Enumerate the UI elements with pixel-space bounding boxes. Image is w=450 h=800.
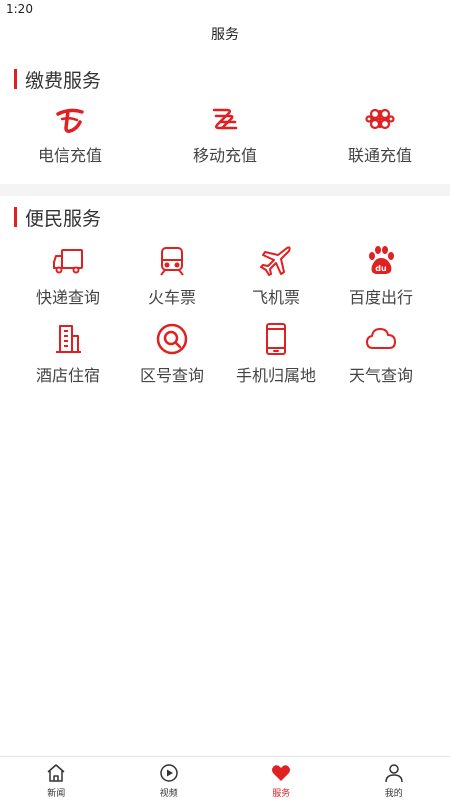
unicom-recharge-button[interactable]: 联通充值 [324,102,436,166]
phone-location-button[interactable]: 手机归属地 [220,322,332,386]
tab-news[interactable]: 新闻 [0,757,113,800]
play-icon [160,764,178,782]
baidu-travel-button[interactable]: du 百度出行 [325,244,437,308]
area-code-query-label: 区号查询 [139,366,204,385]
convenience-section-title: 便民服务 [25,207,102,230]
phone-icon [266,323,286,355]
section-accent-bar [14,69,17,89]
hotel-button[interactable]: 酒店住宿 [12,322,124,386]
payment-section-header: 缴费服务 [14,66,101,92]
express-query-button[interactable]: 快递查询 [12,244,124,308]
truck-icon [53,249,83,274]
tab-service-label: 服务 [272,789,291,799]
china-mobile-icon [212,108,238,130]
mobile-recharge-label: 移动充值 [192,146,257,165]
baidu-paw-icon: du [369,246,394,274]
building-icon [56,325,81,353]
status-bar: 1:20 [0,0,450,20]
section-accent-bar [14,207,17,227]
baidu-travel-label: 百度出行 [348,288,413,307]
tab-video[interactable]: 视频 [113,757,226,800]
svg-text:du: du [375,264,387,273]
home-icon [47,764,65,782]
payment-section: 缴费服务 电信充值 移动充值 联通充值 [0,58,450,184]
heart-icon [272,765,291,781]
train-icon [160,247,184,276]
tab-mine[interactable]: 我的 [338,757,450,800]
phone-location-label: 手机归属地 [235,366,316,385]
tab-mine-label: 我的 [384,789,403,799]
telecom-recharge-label: 电信充值 [37,146,102,165]
hotel-label: 酒店住宿 [35,366,100,385]
page-title: 服务 [211,27,239,43]
china-telecom-icon [56,108,84,133]
search-icon [156,323,188,355]
weather-query-button[interactable]: 天气查询 [325,322,437,386]
flight-ticket-button[interactable]: 飞机票 [220,244,332,308]
status-time: 1:20 [6,2,33,16]
weather-query-label: 天气查询 [348,366,413,385]
train-ticket-label: 火车票 [147,288,196,307]
flight-ticket-label: 飞机票 [251,288,300,307]
bottom-tab-bar: 新闻 视频 服务 我的 [0,756,450,800]
express-query-label: 快递查询 [35,288,100,307]
airplane-icon [260,246,291,276]
unicom-recharge-label: 联通充值 [347,146,412,165]
user-icon [385,764,403,783]
section-divider [0,184,450,196]
telecom-recharge-button[interactable]: 电信充值 [14,102,126,166]
train-ticket-button[interactable]: 火车票 [116,244,228,308]
title-bar: 服务 [0,20,450,50]
payment-section-title: 缴费服务 [25,69,102,92]
cloud-icon [366,328,396,349]
convenience-section: 便民服务 快递查询 火车票 飞机票 du 百度出行 酒店住宿 区号查询 手机归属… [0,196,450,396]
area-code-query-button[interactable]: 区号查询 [116,322,228,386]
china-unicom-icon [365,108,395,130]
tab-news-label: 新闻 [47,789,66,799]
mobile-recharge-button[interactable]: 移动充值 [169,102,281,166]
convenience-section-header: 便民服务 [14,204,101,230]
tab-service[interactable]: 服务 [225,757,338,800]
tab-video-label: 视频 [159,789,178,799]
